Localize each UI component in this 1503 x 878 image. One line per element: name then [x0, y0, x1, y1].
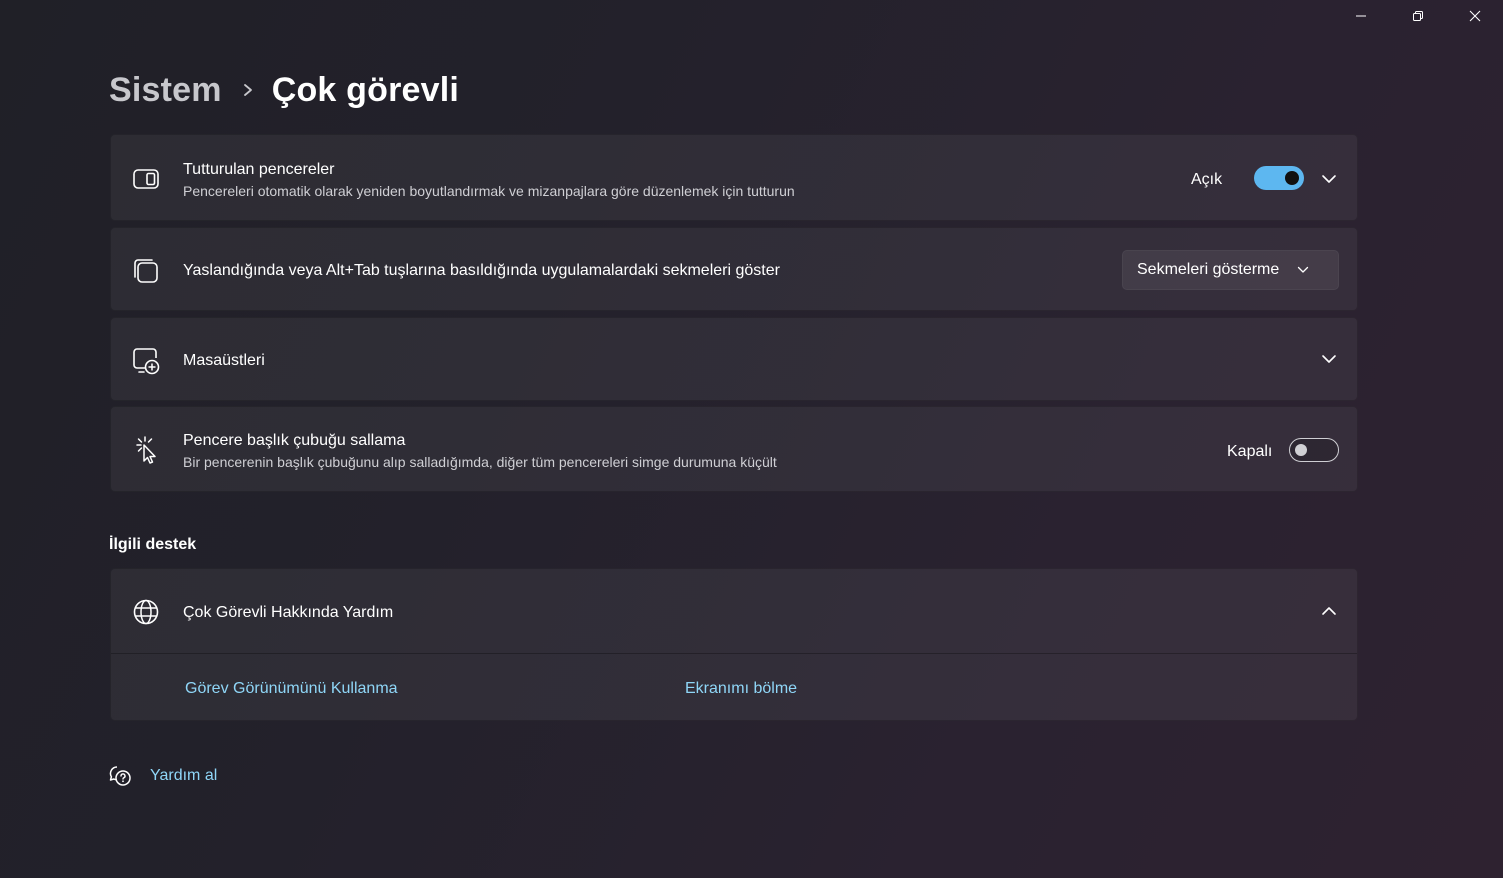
title-bar-shake-card: Pencere başlık çubuğu sallama Bir pencer… [110, 406, 1358, 492]
chevron-up-icon [1322, 607, 1336, 615]
alt-tab-dropdown[interactable]: Sekmeleri gösterme [1122, 250, 1339, 290]
multitasking-help-header[interactable]: Çok Görevli Hakkında Yardım [111, 569, 1357, 654]
alt-tab-dropdown-value: Sekmeleri gösterme [1137, 261, 1280, 278]
multitasking-help-collapse-button[interactable] [1313, 595, 1345, 627]
restore-icon [1412, 11, 1423, 21]
chevron-down-icon [1322, 355, 1336, 363]
restore-button[interactable] [1389, 0, 1446, 32]
stacked-windows-icon [131, 256, 161, 286]
alt-tab-card: Yaslandığında veya Alt+Tab tuşlarına bas… [110, 227, 1358, 311]
related-support-heading: İlgili destek [109, 536, 197, 553]
snap-windows-description: Pencereleri otomatik olarak yeniden boyu… [183, 183, 795, 199]
close-button[interactable] [1446, 0, 1503, 32]
chevron-right-icon [242, 82, 254, 98]
window-controls [1332, 0, 1503, 32]
snap-windows-title: Tutturulan pencereler [183, 161, 335, 178]
title-bar-shake-state-label: Kapalı [1227, 443, 1273, 460]
snap-windows-expand-button[interactable] [1313, 163, 1345, 195]
shake-cursor-icon [131, 435, 161, 465]
minimize-icon [1355, 15, 1366, 17]
multitasking-help-title: Çok Görevli Hakkında Yardım [183, 604, 394, 621]
close-icon [1469, 10, 1480, 22]
snap-windows-toggle[interactable] [1254, 166, 1304, 190]
minimize-button[interactable] [1332, 0, 1389, 32]
multitasking-help-card: Çok Görevli Hakkında Yardım Görev Görünü… [110, 568, 1358, 721]
task-view-help-link[interactable]: Görev Görünümünü Kullanma [185, 680, 398, 698]
title-bar-shake-title: Pencere başlık çubuğu sallama [183, 432, 406, 449]
snap-window-icon [131, 164, 161, 194]
title-bar-shake-description: Bir pencerenin başlık çubuğunu alıp sall… [183, 454, 777, 470]
desktops-title: Masaüstleri [183, 352, 265, 369]
snap-windows-card[interactable]: Tutturulan pencereler Pencereleri otomat… [110, 134, 1358, 221]
toggle-knob [1285, 171, 1299, 185]
get-help-link[interactable]: Yardım al [150, 767, 217, 785]
get-help-row[interactable]: Yardım al [108, 764, 217, 788]
divider [111, 653, 1357, 654]
add-desktop-icon [131, 346, 161, 376]
chevron-down-icon [1297, 266, 1309, 274]
breadcrumb: Sistem Çok görevli [109, 66, 459, 114]
globe-icon [131, 597, 161, 627]
title-bar-shake-toggle[interactable] [1289, 438, 1339, 462]
alt-tab-title: Yaslandığında veya Alt+Tab tuşlarına bas… [183, 262, 780, 279]
desktops-card[interactable]: Masaüstleri [110, 317, 1358, 401]
snap-windows-state-label: Açık [1191, 171, 1223, 188]
breadcrumb-parent-link[interactable]: Sistem [109, 71, 222, 110]
desktops-expand-button[interactable] [1313, 343, 1345, 375]
help-chat-icon [108, 764, 132, 788]
chevron-down-icon [1322, 175, 1336, 183]
toggle-knob [1295, 444, 1307, 456]
page-title: Çok görevli [271, 70, 460, 109]
split-screen-help-link[interactable]: Ekranımı bölme [685, 680, 797, 698]
